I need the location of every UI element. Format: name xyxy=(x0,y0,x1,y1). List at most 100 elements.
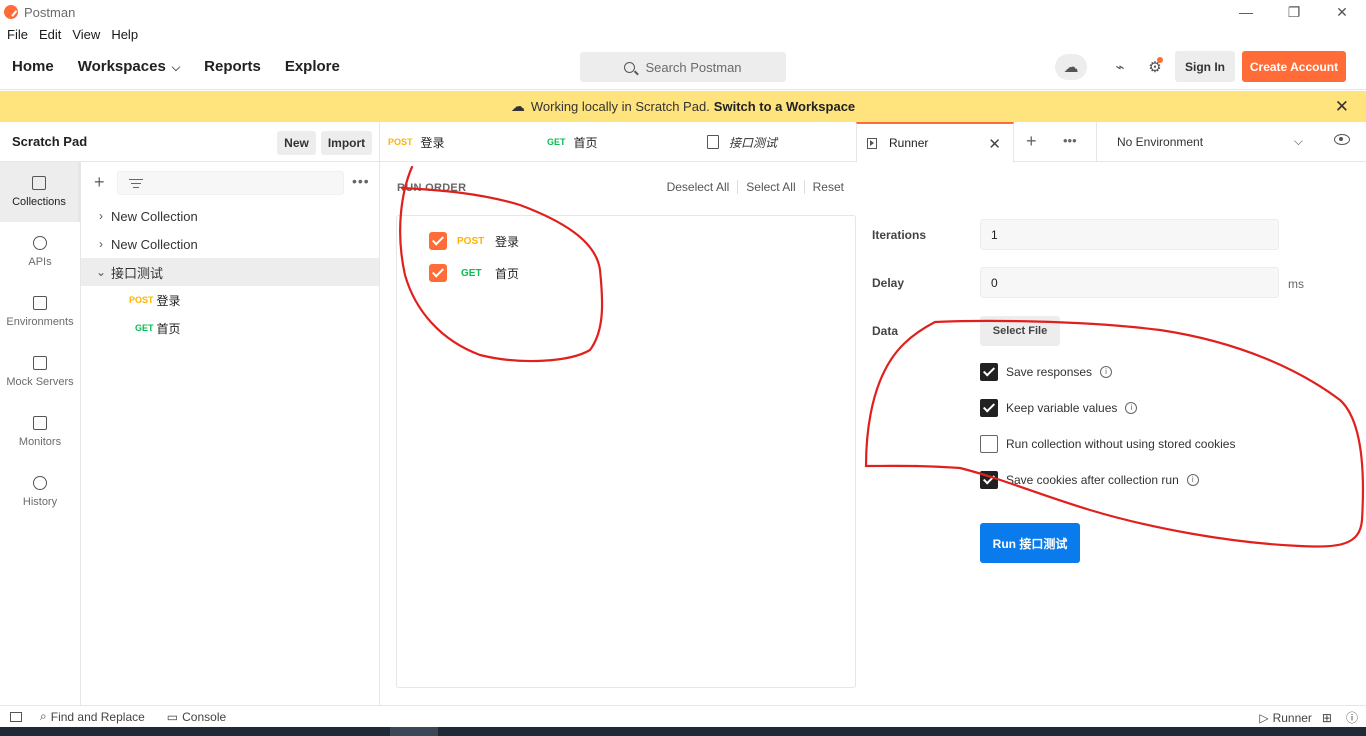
nav-workspaces[interactable]: Workspaces ⌵ xyxy=(78,58,180,75)
nav-home[interactable]: Home xyxy=(12,58,54,75)
checkbox-checked-icon[interactable] xyxy=(980,471,998,489)
mock-server-icon xyxy=(33,356,47,370)
console-label: Console xyxy=(182,709,227,724)
info-icon[interactable]: i xyxy=(1186,474,1199,486)
tree-request[interactable]: GET 首页 xyxy=(81,314,379,342)
menu-view[interactable]: View xyxy=(72,27,100,42)
history-icon xyxy=(33,476,47,490)
filter-icon xyxy=(129,179,143,188)
tab-request-login[interactable]: POST 登录 xyxy=(388,122,445,162)
menu-edit[interactable]: Edit xyxy=(39,27,61,42)
select-file-button[interactable]: Select File xyxy=(980,316,1060,346)
cloud-offline-icon[interactable]: ☁ xyxy=(1055,54,1087,80)
deselect-all-button[interactable]: Deselect All xyxy=(659,180,738,194)
menu-file[interactable]: File xyxy=(7,27,28,42)
reset-button[interactable]: Reset xyxy=(803,180,852,194)
rail-label: Collections xyxy=(12,196,66,208)
tab-collection[interactable]: 接口测试 xyxy=(707,122,777,162)
settings-gear-icon[interactable]: ⚙ xyxy=(1141,54,1169,80)
menu-help[interactable]: Help xyxy=(111,27,138,42)
minimize-button[interactable]: — xyxy=(1222,0,1270,24)
nav-reports[interactable]: Reports xyxy=(204,58,261,75)
select-all-button[interactable]: Select All xyxy=(737,180,803,194)
satellite-icon[interactable]: ⌁ xyxy=(1106,54,1134,80)
restore-button[interactable]: ❐ xyxy=(1270,0,1318,24)
collection-label: 接口测试 xyxy=(111,265,164,281)
switch-workspace-link[interactable]: Switch to a Workspace xyxy=(714,99,855,114)
tab-runner[interactable]: Runner ✕ xyxy=(856,122,1014,162)
option-keep-variable-values[interactable]: Keep variable values i xyxy=(980,399,1138,417)
iterations-label: Iterations xyxy=(872,228,927,242)
rail-mock-servers[interactable]: Mock Servers xyxy=(0,342,80,402)
checkbox-checked-icon[interactable] xyxy=(429,264,447,282)
rail-label: Mock Servers xyxy=(6,376,74,388)
sidebar-title: Scratch Pad xyxy=(12,134,88,149)
rail-history[interactable]: History xyxy=(0,462,80,522)
run-order-item[interactable]: POST 登录 xyxy=(429,231,519,251)
delay-input[interactable]: 0 xyxy=(980,267,1279,298)
checkbox-checked-icon[interactable] xyxy=(980,363,998,381)
tab-more-icon[interactable]: ••• xyxy=(1063,133,1077,148)
tab-label: Runner xyxy=(889,136,929,150)
tree-collection[interactable]: › New Collection xyxy=(81,202,379,230)
more-options-icon[interactable]: ••• xyxy=(352,173,370,189)
help-icon[interactable]: ⓘ xyxy=(1346,709,1358,726)
collection-label: New Collection xyxy=(111,208,198,224)
app-title: Postman xyxy=(24,4,76,20)
find-replace-button[interactable]: ⌕ Find and Replace xyxy=(40,709,145,724)
run-collection-button[interactable]: Run 接口测试 xyxy=(980,523,1080,563)
close-window-button[interactable]: ✕ xyxy=(1318,0,1366,24)
checkbox-unchecked-icon[interactable] xyxy=(980,435,998,453)
environment-label: No Environment xyxy=(1117,135,1204,149)
sidebar-rail: Collections APIs Environments Mock Serve… xyxy=(0,162,81,705)
run-order-item[interactable]: GET 首页 xyxy=(429,263,519,283)
environments-icon xyxy=(33,296,47,310)
cloud-icon: ☁ xyxy=(510,98,525,114)
apis-icon xyxy=(33,236,47,250)
tree-request[interactable]: POST 登录 xyxy=(81,286,379,314)
option-save-cookies[interactable]: Save cookies after collection run i xyxy=(980,471,1199,489)
notification-dot xyxy=(1157,57,1163,63)
console-button[interactable]: ▭ Console xyxy=(167,710,226,724)
create-account-button[interactable]: Create Account xyxy=(1242,51,1346,82)
info-icon[interactable]: i xyxy=(1125,402,1138,414)
option-save-responses[interactable]: Save responses i xyxy=(980,363,1113,381)
checkbox-checked-icon[interactable] xyxy=(980,399,998,417)
add-collection-icon[interactable]: + xyxy=(94,172,105,193)
search-placeholder: Search Postman xyxy=(645,59,742,75)
chevron-down-icon: ⌄ xyxy=(95,265,107,279)
rail-collections[interactable]: Collections xyxy=(0,162,80,222)
tree-collection-selected[interactable]: ⌄ 接口测试 xyxy=(81,258,379,286)
tab-label: 登录 xyxy=(420,135,445,150)
banner-close-icon[interactable]: ✕ xyxy=(1335,97,1349,117)
new-button[interactable]: New xyxy=(277,131,316,155)
search-input[interactable]: Search Postman xyxy=(580,52,786,82)
tab-request-home[interactable]: GET 首页 xyxy=(547,122,598,162)
iterations-input[interactable]: 1 xyxy=(980,219,1279,250)
option-label: Save cookies after collection run xyxy=(1006,473,1179,487)
tree-collection[interactable]: › New Collection xyxy=(81,230,379,258)
filter-input[interactable] xyxy=(117,171,344,195)
collection-label: New Collection xyxy=(111,236,198,252)
menu-bar: File Edit View Help xyxy=(0,24,142,44)
option-label: Save responses xyxy=(1006,365,1093,379)
info-icon[interactable]: i xyxy=(1100,366,1113,378)
close-tab-icon[interactable]: ✕ xyxy=(988,135,1001,153)
two-pane-icon[interactable]: ⊞ xyxy=(1322,711,1332,725)
rail-environments[interactable]: Environments xyxy=(0,282,80,342)
tab-label: 首页 xyxy=(573,135,598,150)
nav-explore[interactable]: Explore xyxy=(285,58,340,75)
new-tab-icon[interactable]: + xyxy=(1026,131,1037,152)
import-button[interactable]: Import xyxy=(321,131,372,155)
sign-in-button[interactable]: Sign In xyxy=(1175,51,1235,82)
checkbox-checked-icon[interactable] xyxy=(429,232,447,250)
environment-select[interactable]: No Environment ⌵ xyxy=(1096,122,1316,162)
eye-icon[interactable] xyxy=(1334,134,1350,145)
runner-icon xyxy=(867,137,877,149)
option-no-stored-cookies[interactable]: Run collection without using stored cook… xyxy=(980,435,1235,453)
rail-monitors[interactable]: Monitors xyxy=(0,402,80,462)
toggle-sidebar-icon[interactable] xyxy=(10,711,22,722)
console-icon: ▭ xyxy=(166,709,179,724)
rail-apis[interactable]: APIs xyxy=(0,222,80,282)
runner-button[interactable]: ▷ Runner xyxy=(1259,711,1312,725)
